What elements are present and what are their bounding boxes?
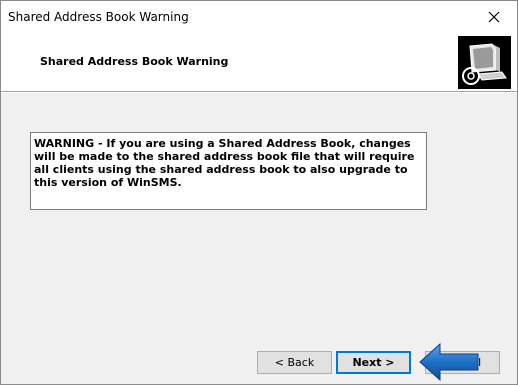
arrow-pointer-icon	[419, 342, 479, 382]
wizard-header: Shared Address Book Warning	[1, 31, 517, 91]
header-separator	[1, 91, 517, 93]
title-bar: Shared Address Book Warning	[1, 1, 517, 31]
warning-text: WARNING - If you are using a Shared Addr…	[34, 137, 415, 189]
computer-disk-icon	[458, 36, 511, 89]
close-button[interactable]	[471, 1, 517, 31]
next-button[interactable]: Next >	[336, 351, 411, 374]
window-title: Shared Address Book Warning	[8, 10, 189, 24]
wizard-window: Shared Address Book Warning Shared Addre…	[0, 0, 518, 385]
back-button[interactable]: < Back	[257, 351, 332, 374]
close-icon	[488, 11, 500, 23]
page-title: Shared Address Book Warning	[40, 55, 229, 68]
warning-textbox: WARNING - If you are using a Shared Addr…	[30, 132, 427, 210]
